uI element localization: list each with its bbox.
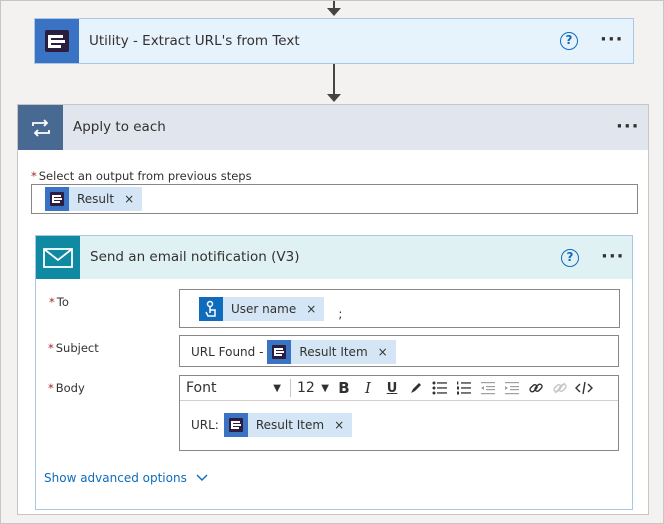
send-email-header[interactable]: Send an email notification (V3) ? ··· xyxy=(36,236,632,279)
body-editor[interactable]: Font ▼ 12 ▼ B I U URL: Result Item × xyxy=(179,375,619,451)
highlight-button[interactable] xyxy=(404,377,428,399)
to-label-text: To xyxy=(56,295,69,309)
mail-icon xyxy=(36,236,80,279)
connector-arrow-top xyxy=(327,8,341,16)
increase-indent-button[interactable] xyxy=(500,377,524,399)
result-item-token-label: Result Item xyxy=(299,345,368,359)
show-advanced-options-link[interactable]: Show advanced options xyxy=(44,471,209,485)
connector-arrow-middle xyxy=(327,94,341,102)
required-mark: * xyxy=(48,381,54,395)
chevron-down-icon xyxy=(196,474,208,481)
send-email-card: Send an email notification (V3) ? ··· * T… xyxy=(35,235,633,510)
connector-line-middle xyxy=(333,64,335,95)
utility-action-card[interactable]: Utility - Extract URL's from Text ? ··· xyxy=(34,18,634,64)
numbered-list-button[interactable] xyxy=(452,377,476,399)
toolbar-divider xyxy=(290,379,291,397)
subject-label-text: Subject xyxy=(55,341,99,355)
body-label-text: Body xyxy=(55,381,85,395)
remove-link-button[interactable] xyxy=(548,377,572,399)
increase-indent-icon xyxy=(505,382,519,395)
touch-icon xyxy=(199,297,223,321)
required-mark: * xyxy=(48,341,54,355)
result-token-label: Result xyxy=(77,192,115,206)
body-label: * Body xyxy=(48,381,85,395)
body-content[interactable]: URL: Result Item × xyxy=(191,413,353,437)
font-family-dropdown[interactable]: Font ▼ xyxy=(180,377,287,399)
result-item-token[interactable]: Result Item × xyxy=(267,340,396,364)
more-options-icon[interactable]: ··· xyxy=(600,29,624,50)
code-icon xyxy=(575,381,593,395)
show-advanced-options-label: Show advanced options xyxy=(44,471,187,485)
subject-field[interactable]: URL Found - Result Item × xyxy=(179,335,619,367)
to-field[interactable]: User name × ; xyxy=(179,289,620,328)
chevron-down-icon: ▼ xyxy=(273,382,281,394)
bullet-list-button[interactable] xyxy=(428,377,452,399)
body-toolbar: Font ▼ 12 ▼ B I U xyxy=(180,376,618,401)
bold-icon: B xyxy=(338,379,350,397)
select-output-label-text: Select an output from previous steps xyxy=(38,169,252,183)
result-item-token[interactable]: Result Item × xyxy=(223,413,353,437)
decrease-indent-icon xyxy=(481,382,495,395)
insert-link-button[interactable] xyxy=(524,377,548,399)
subject-label: * Subject xyxy=(48,341,99,355)
select-output-field[interactable]: Result × xyxy=(31,184,638,214)
remove-token-icon[interactable]: × xyxy=(124,192,134,206)
subject-prefix-text: URL Found - xyxy=(191,345,264,359)
select-output-label: * Select an output from previous steps xyxy=(31,169,252,183)
apply-to-each-card: Apply to each ··· * Select an output from… xyxy=(17,104,649,515)
document-extract-icon xyxy=(223,413,248,437)
font-family-value: Font xyxy=(186,380,217,396)
pen-icon xyxy=(411,383,421,393)
underline-button[interactable]: U xyxy=(380,377,404,399)
document-extract-icon xyxy=(267,340,292,364)
remove-token-icon[interactable]: × xyxy=(306,302,316,316)
user-name-token[interactable]: User name × xyxy=(199,297,325,321)
document-extract-icon xyxy=(45,187,69,211)
numbered-list-icon xyxy=(457,381,471,395)
italic-icon: I xyxy=(365,379,371,397)
loop-icon xyxy=(18,105,63,150)
required-mark: * xyxy=(31,169,37,183)
bold-button[interactable]: B xyxy=(332,377,356,399)
help-icon[interactable]: ? xyxy=(561,249,579,267)
apply-to-each-header[interactable]: Apply to each ··· xyxy=(18,105,648,150)
to-label: * To xyxy=(49,295,69,309)
apply-to-each-title: Apply to each xyxy=(73,119,166,135)
user-name-token-label: User name xyxy=(231,302,297,316)
remove-token-icon[interactable]: × xyxy=(378,345,388,359)
font-size-value: 12 xyxy=(297,380,315,396)
more-options-icon[interactable]: ··· xyxy=(601,246,625,267)
required-mark: * xyxy=(49,295,55,309)
body-prefix-text: URL: xyxy=(191,418,219,432)
send-email-title: Send an email notification (V3) xyxy=(90,249,300,265)
to-trailing-text: ; xyxy=(338,307,343,321)
italic-button[interactable]: I xyxy=(356,377,380,399)
result-item-token-label: Result Item xyxy=(255,418,325,432)
font-size-dropdown[interactable]: 12 ▼ xyxy=(294,377,332,399)
remove-token-icon[interactable]: × xyxy=(334,418,344,432)
decrease-indent-button[interactable] xyxy=(476,377,500,399)
underline-icon: U xyxy=(386,380,398,396)
bullet-list-icon xyxy=(432,381,447,395)
link-icon xyxy=(529,383,543,393)
result-token[interactable]: Result × xyxy=(45,187,143,211)
document-extract-icon xyxy=(35,19,79,63)
more-options-icon[interactable]: ··· xyxy=(616,116,640,137)
unlink-icon xyxy=(553,382,567,394)
code-view-button[interactable] xyxy=(572,377,596,399)
help-icon[interactable]: ? xyxy=(560,32,578,50)
chevron-down-icon: ▼ xyxy=(321,382,329,394)
utility-action-title: Utility - Extract URL's from Text xyxy=(89,33,300,49)
